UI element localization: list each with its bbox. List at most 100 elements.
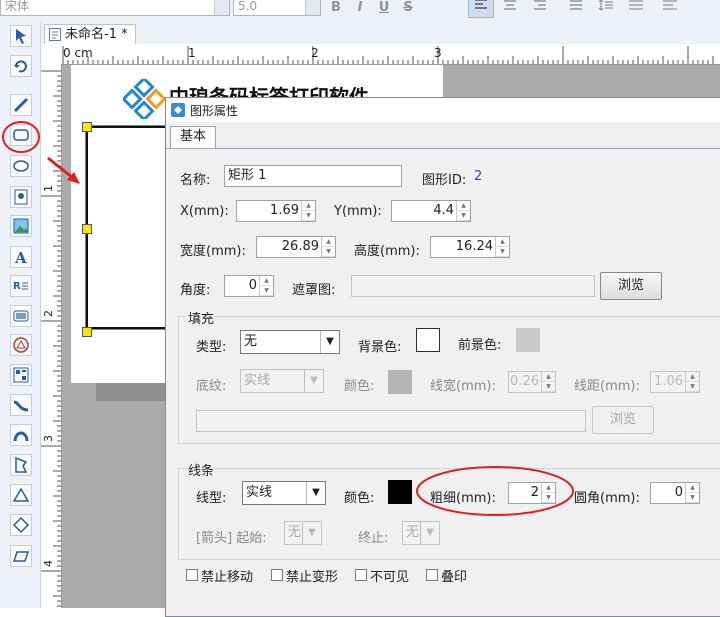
qrcode-tool-button[interactable] bbox=[10, 364, 32, 386]
picture-tool-button[interactable] bbox=[10, 215, 32, 237]
curve-tool-button[interactable] bbox=[10, 394, 32, 416]
name-input[interactable]: 矩形 1 bbox=[224, 165, 402, 187]
text-direction-button[interactable] bbox=[660, 0, 680, 18]
background-color-swatch[interactable] bbox=[416, 328, 440, 352]
align-right-button[interactable] bbox=[530, 0, 550, 18]
line-width-input[interactable]: 0.26 ▲ ▼ bbox=[508, 371, 556, 393]
x-input[interactable]: 1.69 ▲ ▼ bbox=[236, 200, 316, 222]
app-icon bbox=[171, 103, 185, 117]
spinner-buttons[interactable]: ▲ ▼ bbox=[685, 483, 699, 503]
resize-handle[interactable] bbox=[82, 224, 92, 234]
font-size-select[interactable]: 5.0 bbox=[233, 0, 321, 16]
diamond-icon bbox=[12, 516, 30, 534]
foreground-color-swatch[interactable] bbox=[516, 328, 540, 352]
ruler-label: 4 bbox=[42, 560, 55, 567]
browse-label: 浏览 bbox=[609, 412, 636, 427]
parallelogram-tool-button[interactable] bbox=[10, 545, 32, 567]
text-icon: A bbox=[14, 249, 27, 266]
spinner-buttons[interactable]: ▲ ▼ bbox=[541, 372, 555, 392]
line-spacing-icon bbox=[598, 0, 613, 11]
resize-handle[interactable] bbox=[82, 327, 92, 337]
rotate-tool-button[interactable] bbox=[10, 55, 32, 77]
canvas-shadow bbox=[96, 383, 166, 401]
tab-label: 基本 bbox=[179, 129, 206, 144]
letter-spacing-button[interactable] bbox=[626, 0, 646, 18]
ruler-label: 0 cm bbox=[63, 46, 93, 60]
line-width-label: 线宽(mm): bbox=[430, 379, 496, 394]
spinner-buttons[interactable]: ▲ ▼ bbox=[495, 237, 509, 257]
arrow-end-label: 终止: bbox=[358, 531, 389, 546]
foreground-color-label: 前景色: bbox=[458, 338, 502, 353]
shape-id-label: 图形ID: bbox=[422, 173, 467, 188]
arrow-start-select[interactable]: 无 ▼ bbox=[284, 521, 322, 545]
stroke-color-swatch[interactable] bbox=[388, 480, 412, 504]
diamond-tool-button[interactable] bbox=[10, 514, 32, 536]
underline-button[interactable]: U bbox=[374, 0, 394, 18]
spinner-buttons[interactable]: ▲ ▼ bbox=[456, 201, 470, 221]
overprint-label: 叠印 bbox=[441, 570, 468, 585]
triangle-tool-button[interactable] bbox=[10, 484, 32, 506]
angle-label: 角度: bbox=[180, 283, 211, 298]
rich-text-tool-button[interactable]: R bbox=[10, 275, 32, 297]
ruler-label: 1 bbox=[188, 46, 196, 60]
line-spacing-label: 线距(mm): bbox=[574, 379, 640, 394]
font-name-select[interactable]: 宋体 bbox=[0, 0, 230, 16]
strikethrough-button[interactable]: S bbox=[398, 0, 418, 18]
dialog-titlebar[interactable]: 图形属性 bbox=[166, 98, 720, 122]
lock-move-checkbox[interactable] bbox=[186, 569, 198, 581]
align-left-icon bbox=[475, 0, 487, 9]
line-width-value: 0.26 bbox=[510, 374, 539, 389]
line-spacing-button[interactable] bbox=[596, 0, 616, 18]
tab-basic[interactable]: 基本 bbox=[170, 126, 216, 148]
fill-browse-button[interactable]: 浏览 bbox=[592, 406, 654, 434]
align-center-button[interactable] bbox=[500, 0, 520, 18]
stroke-style-value: 实线 bbox=[246, 485, 273, 500]
lock-resize-checkbox[interactable] bbox=[271, 569, 283, 581]
document-tab[interactable]: 未命名-1 * bbox=[44, 24, 136, 44]
angle-value: 0 bbox=[248, 278, 257, 293]
ruler-corner bbox=[41, 46, 62, 65]
texture-select[interactable]: 实线 ▼ bbox=[240, 369, 324, 393]
fill-color-swatch[interactable] bbox=[388, 370, 412, 394]
fill-image-path-input[interactable] bbox=[196, 410, 586, 432]
overprint-checkbox[interactable] bbox=[426, 569, 438, 581]
width-input[interactable]: 26.89 ▲ ▼ bbox=[256, 236, 336, 258]
texture-value: 实线 bbox=[244, 373, 271, 388]
arc-tool-button[interactable] bbox=[10, 424, 32, 446]
fill-type-select[interactable]: 无 ▼ bbox=[240, 330, 340, 354]
stroke-style-select[interactable]: 实线 ▼ bbox=[242, 481, 326, 505]
tab-divider bbox=[166, 148, 720, 149]
cursor-tool-button[interactable] bbox=[10, 25, 32, 47]
annotation-ellipse bbox=[416, 466, 574, 516]
arrow-end-select[interactable]: 无 ▼ bbox=[402, 521, 440, 545]
browse-label: 浏览 bbox=[617, 278, 644, 293]
spinner-buttons[interactable]: ▲ ▼ bbox=[259, 276, 273, 296]
text-tool-button[interactable]: A bbox=[10, 246, 32, 268]
italic-button[interactable]: I bbox=[350, 0, 370, 18]
mask-path-input[interactable] bbox=[351, 275, 595, 297]
bold-button[interactable]: B bbox=[326, 0, 346, 18]
triangle-icon bbox=[12, 487, 30, 502]
spinner-buttons[interactable]: ▲ ▼ bbox=[685, 372, 699, 392]
height-input[interactable]: 16.24 ▲ ▼ bbox=[430, 236, 510, 258]
line-spacing-input[interactable]: 1.06 ▲ ▼ bbox=[650, 371, 700, 393]
document-tab-title: 未命名-1 * bbox=[65, 27, 128, 42]
spinner-buttons[interactable]: ▲ ▼ bbox=[301, 201, 315, 221]
corner-radius-input[interactable]: 0 ▲ ▼ bbox=[650, 482, 700, 504]
spinner-buttons[interactable]: ▲ ▼ bbox=[321, 237, 335, 257]
barcode-tool-button[interactable] bbox=[10, 305, 32, 327]
barcode-icon bbox=[13, 310, 29, 322]
align-left-button[interactable] bbox=[468, 0, 494, 18]
chevron-down-icon bbox=[214, 0, 229, 15]
polygon-tool-button[interactable] bbox=[10, 454, 32, 476]
svg-text:A: A bbox=[14, 249, 27, 266]
mask-browse-button[interactable]: 浏览 bbox=[600, 272, 662, 300]
invisible-checkbox[interactable] bbox=[355, 569, 367, 581]
justify-button[interactable] bbox=[566, 0, 586, 18]
angle-input[interactable]: 0 ▲ ▼ bbox=[224, 275, 274, 297]
y-input[interactable]: 4.4 ▲ ▼ bbox=[391, 200, 471, 222]
shape-tool-button[interactable] bbox=[10, 334, 32, 356]
svg-text:R: R bbox=[13, 281, 21, 292]
ruler-label: 3 bbox=[42, 435, 55, 442]
annotation-overlay bbox=[2, 121, 80, 184]
